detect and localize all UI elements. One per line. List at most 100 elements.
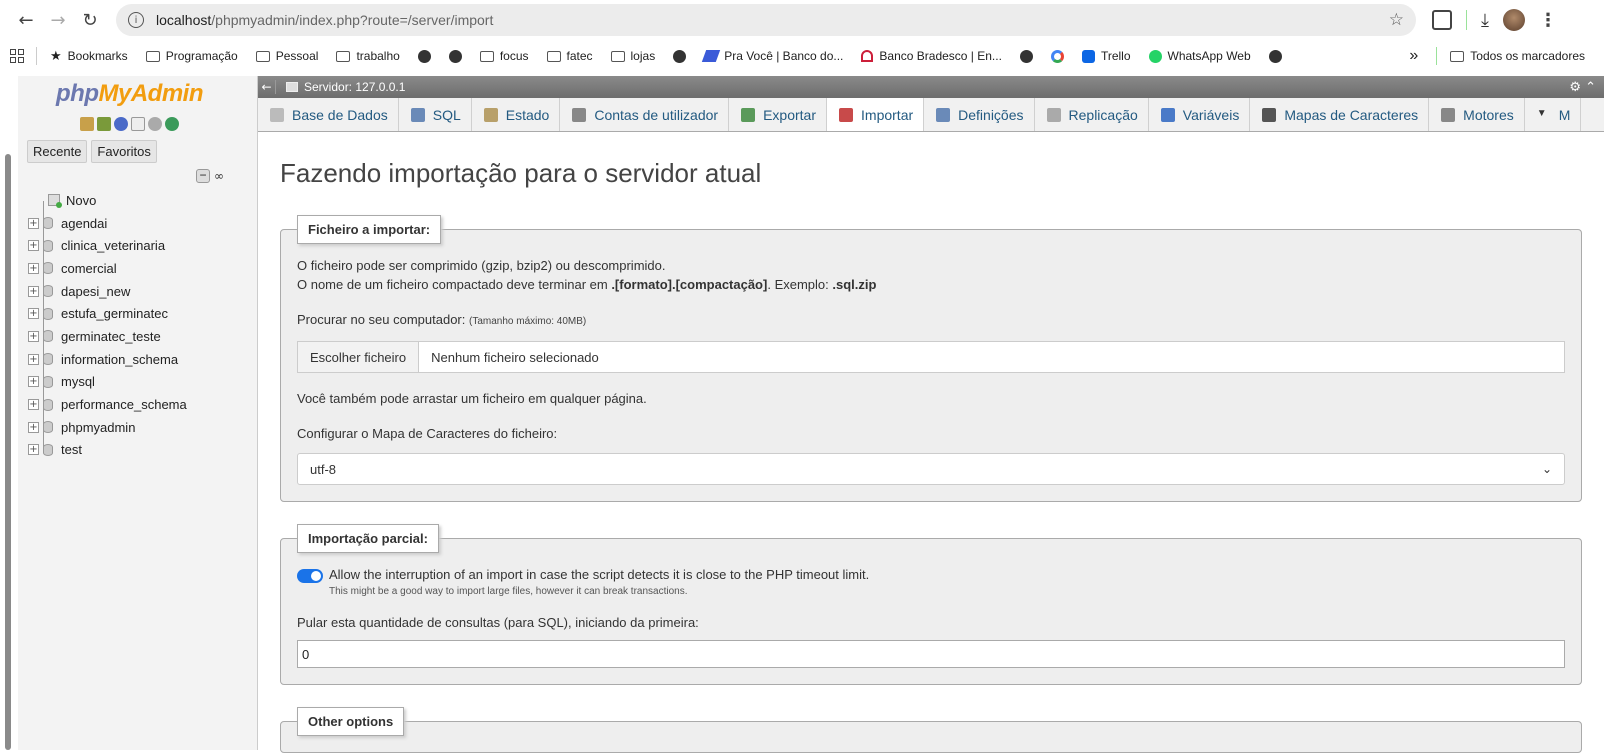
- tree-item-database[interactable]: + estufa_germinatec: [28, 302, 253, 325]
- settings-gear-icon[interactable]: [148, 117, 162, 131]
- collapse-all-icon[interactable]: −: [196, 169, 210, 183]
- bookmark-item[interactable]: Pessoal: [247, 49, 328, 63]
- tab-mapas-de-caracteres[interactable]: Mapas de Caracteres: [1250, 98, 1430, 131]
- expand-icon[interactable]: +: [28, 240, 39, 252]
- partial-section-legend: Importação parcial:: [297, 524, 439, 553]
- tab-exportar[interactable]: Exportar: [729, 98, 828, 131]
- download-icon[interactable]: ⤓: [1481, 10, 1489, 31]
- tab-vari-veis[interactable]: Variáveis: [1149, 98, 1251, 131]
- tree-item-database[interactable]: + information_schema: [28, 348, 253, 371]
- bookmark-item[interactable]: [664, 49, 695, 63]
- choose-file-button[interactable]: Escolher ficheiro: [298, 342, 420, 372]
- tree-item-database[interactable]: + germinatec_teste: [28, 325, 253, 348]
- extensions-icon[interactable]: [1432, 10, 1452, 30]
- link-with-main-icon[interactable]: ∞: [214, 169, 224, 183]
- tree-item-database[interactable]: + mysql: [28, 371, 253, 394]
- charset-select[interactable]: utf-8 ⌄: [297, 453, 1565, 485]
- bookmark-item[interactable]: Banco Bradesco | En...: [852, 49, 1011, 63]
- tree-item-database[interactable]: + phpmyadmin: [28, 416, 253, 439]
- tree-item-database[interactable]: + performance_schema: [28, 393, 253, 416]
- more-bookmarks-icon[interactable]: »: [1409, 47, 1418, 65]
- tab-sql[interactable]: SQL: [399, 98, 472, 131]
- expand-icon[interactable]: +: [28, 217, 39, 229]
- tab-base-de-dados[interactable]: Base de Dados: [258, 98, 399, 131]
- phpmyadmin-logo[interactable]: phpMyAdmin: [56, 80, 204, 108]
- logo-my: My: [98, 80, 131, 107]
- tab-motores[interactable]: Motores: [1429, 98, 1525, 131]
- expand-icon[interactable]: +: [28, 421, 39, 433]
- forward-icon[interactable]: →: [42, 4, 74, 36]
- bookmark-item[interactable]: [1042, 49, 1073, 63]
- tab-defini-es[interactable]: Definições: [924, 98, 1035, 131]
- tree-item-label[interactable]: phpmyadmin: [61, 420, 135, 435]
- profile-avatar[interactable]: [1502, 9, 1525, 31]
- bookmark-item[interactable]: fatec: [538, 49, 602, 63]
- all-bookmarks-folder[interactable]: Todos os marcadores: [1441, 49, 1594, 63]
- tree-item-database[interactable]: + test: [28, 439, 253, 462]
- charset-icon: [1262, 107, 1277, 122]
- tree-item-label[interactable]: clinica_veterinaria: [61, 238, 165, 253]
- allow-interrupt-toggle[interactable]: [297, 568, 323, 583]
- tree-item-label[interactable]: germinatec_teste: [61, 329, 161, 344]
- back-icon[interactable]: ←: [10, 4, 42, 36]
- tab-contas-de-utilizador[interactable]: Contas de utilizador: [560, 98, 730, 131]
- favorites-tab[interactable]: Favoritos: [91, 140, 157, 163]
- page-settings-icon[interactable]: ⚙ ⌃: [1569, 80, 1596, 95]
- tree-item-label[interactable]: estufa_germinatec: [61, 306, 168, 321]
- bookmark-item[interactable]: Trello: [1073, 49, 1140, 63]
- logout-icon[interactable]: [97, 117, 111, 131]
- status-icon: [483, 107, 498, 122]
- reload-navigation-icon[interactable]: [165, 117, 179, 131]
- tree-item-database[interactable]: + agendai: [28, 212, 253, 235]
- bookmark-item[interactable]: focus: [471, 49, 538, 63]
- bookmark-item[interactable]: [1011, 49, 1042, 63]
- tree-item-label[interactable]: mysql: [61, 374, 95, 389]
- bookmark-item[interactable]: WhatsApp Web: [1140, 49, 1260, 63]
- tree-item-label[interactable]: information_schema: [61, 352, 178, 367]
- docs-icon[interactable]: [131, 117, 145, 131]
- collapse-sidebar-icon[interactable]: ←: [258, 80, 276, 94]
- home-icon[interactable]: [80, 117, 94, 131]
- tree-item-database[interactable]: + dapesi_new: [28, 280, 253, 303]
- expand-icon[interactable]: +: [28, 262, 39, 274]
- tab-estado[interactable]: Estado: [472, 98, 561, 131]
- server-label[interactable]: Servidor: 127.0.0.1: [304, 80, 405, 94]
- reload-icon[interactable]: ↻: [74, 4, 106, 36]
- expand-icon[interactable]: +: [28, 399, 39, 411]
- site-info-icon[interactable]: i: [128, 12, 144, 28]
- bookmark-star-icon[interactable]: ☆: [1389, 10, 1404, 30]
- bookmark-item[interactable]: [409, 49, 440, 63]
- tree-item-label[interactable]: comercial: [61, 261, 117, 276]
- expand-icon[interactable]: +: [28, 353, 39, 365]
- recent-tab[interactable]: Recente: [27, 140, 88, 163]
- bookmark-item[interactable]: [1260, 49, 1291, 63]
- bookmark-item[interactable]: ★ Bookmarks: [41, 49, 137, 64]
- tree-item-database[interactable]: + comercial: [28, 257, 253, 280]
- tree-item-database[interactable]: + clinica_veterinaria: [28, 234, 253, 257]
- tree-item-label[interactable]: agendai: [61, 216, 107, 231]
- skip-queries-input[interactable]: 0: [297, 640, 1565, 668]
- tab-m[interactable]: ▼ M: [1525, 98, 1582, 131]
- expand-icon[interactable]: +: [28, 330, 39, 342]
- browser-menu-icon[interactable]: ⋮: [1539, 10, 1557, 31]
- tree-item-label[interactable]: performance_schema: [61, 397, 187, 412]
- bookmark-item[interactable]: Pra Você | Banco do...: [695, 49, 852, 63]
- expand-icon[interactable]: +: [28, 444, 39, 456]
- tree-item-label[interactable]: test: [61, 442, 82, 457]
- address-bar[interactable]: i localhost/phpmyadmin/index.php?route=/…: [116, 4, 1416, 36]
- tree-item-label[interactable]: dapesi_new: [61, 284, 130, 299]
- tree-item-new[interactable]: Novo: [28, 189, 253, 212]
- file-input[interactable]: Escolher ficheiro Nenhum ficheiro seleci…: [297, 341, 1565, 373]
- bookmark-item[interactable]: lojas: [602, 49, 665, 63]
- expand-icon[interactable]: +: [28, 376, 39, 388]
- apps-grid-icon[interactable]: [10, 49, 24, 63]
- help-icon[interactable]: [114, 117, 128, 131]
- page-scrollbar-thumb[interactable]: [5, 154, 11, 750]
- expand-icon[interactable]: +: [28, 285, 39, 297]
- bookmark-item[interactable]: [440, 49, 471, 63]
- bookmark-item[interactable]: Programação: [137, 49, 247, 63]
- tab-importar[interactable]: Importar: [827, 98, 925, 131]
- expand-icon[interactable]: +: [28, 308, 39, 320]
- bookmark-item[interactable]: trabalho: [327, 49, 408, 63]
- tab-replica-o[interactable]: Replicação: [1035, 98, 1149, 131]
